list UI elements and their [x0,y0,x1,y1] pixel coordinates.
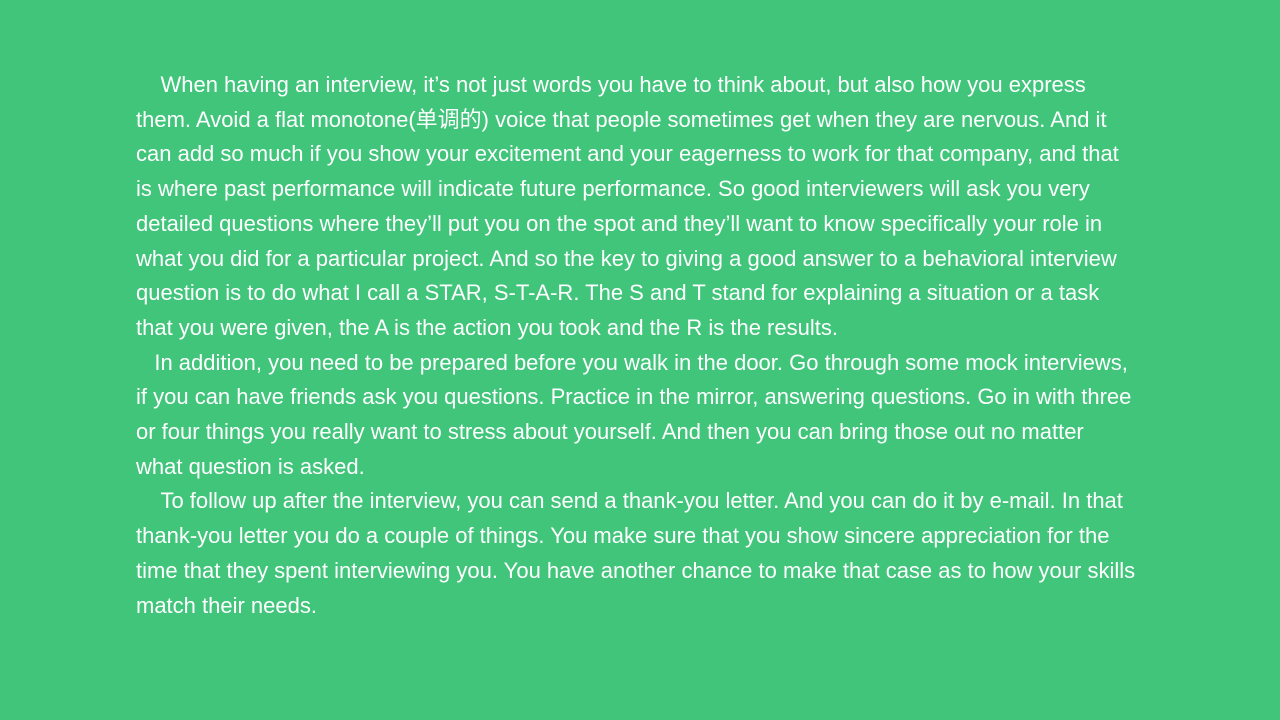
slide: When having an interview, it’s not just … [0,0,1280,720]
paragraph-follow-up: To follow up after the interview, you ca… [136,488,1142,618]
paragraph-interview-expression: When having an interview, it’s not just … [136,72,1125,340]
paragraph-preparation: In addition, you need to be prepared bef… [136,349,1138,479]
slide-text-body: When having an interview, it’s not just … [136,68,1136,623]
